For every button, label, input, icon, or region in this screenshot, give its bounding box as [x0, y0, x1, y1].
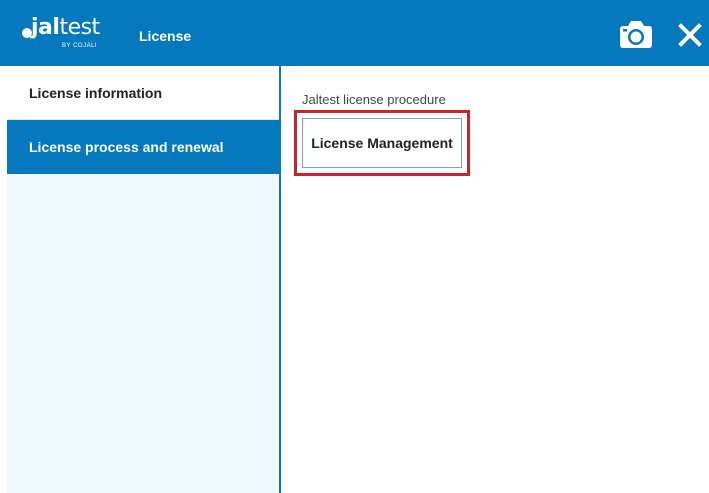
logo-wordmark: jaltest — [31, 15, 100, 40]
close-icon[interactable] — [675, 18, 707, 52]
camera-icon[interactable] — [618, 18, 654, 52]
license-window: jaltest BY COJALI License License inform… — [0, 0, 709, 493]
license-management-button[interactable]: License Management — [302, 118, 462, 168]
header-bar: jaltest BY COJALI License — [0, 0, 709, 66]
main-content: Jaltest license procedure License Manage… — [281, 66, 709, 493]
sidebar-item-license-information[interactable]: License information — [7, 66, 279, 120]
sidebar-item-license-process-and-renewal[interactable]: License process and renewal — [7, 120, 279, 174]
logo-subtext: BY COJALI — [62, 43, 98, 49]
section-label: Jaltest license procedure — [302, 92, 446, 107]
sidebar: License information License process and … — [7, 66, 281, 493]
jaltest-logo: jaltest BY COJALI — [22, 10, 122, 50]
page-title: License — [139, 28, 192, 44]
